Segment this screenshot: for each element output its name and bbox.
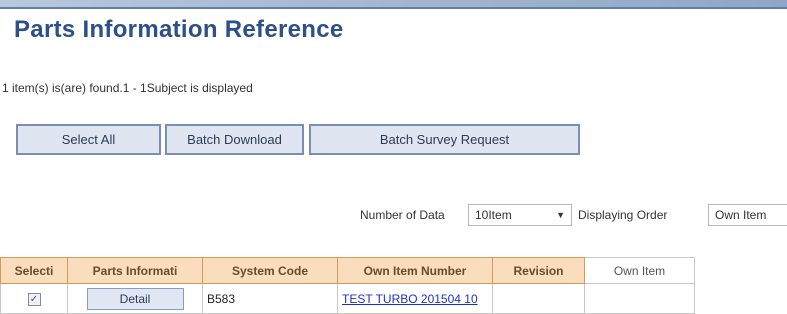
batch-download-button[interactable]: Batch Download	[165, 124, 304, 155]
own-item-number-cell: TEST TURBO 201504 10	[337, 283, 493, 314]
number-of-data-select[interactable]: 10Item ▼	[468, 204, 572, 226]
revision-cell	[492, 283, 585, 314]
column-header-own-item-number: Own Item Number	[337, 257, 493, 284]
column-header-select: Selecti	[0, 257, 68, 284]
system-code-cell: B583	[202, 283, 338, 314]
batch-survey-request-button[interactable]: Batch Survey Request	[309, 124, 580, 155]
number-of-data-value: 10Item	[475, 208, 512, 222]
displaying-order-value: Own Item	[715, 208, 767, 222]
column-header-own-item: Own Item	[584, 257, 695, 284]
select-all-button[interactable]: Select All	[16, 124, 161, 155]
table-header-row: Selecti Parts Informati System Code Own …	[0, 257, 695, 284]
column-header-parts-information: Parts Informati	[67, 257, 203, 284]
number-of-data-label: Number of Data	[360, 208, 445, 222]
top-divider	[0, 7, 787, 9]
own-item-cell	[584, 283, 695, 314]
displaying-order-select[interactable]: Own Item	[708, 204, 787, 226]
displaying-order-label: Displaying Order	[578, 208, 668, 222]
select-cell: ✓	[0, 283, 68, 314]
row-select-checkbox[interactable]: ✓	[27, 293, 41, 306]
page-title: Parts Information Reference	[14, 16, 344, 43]
own-item-number-link[interactable]: TEST TURBO 201504 10	[342, 292, 478, 306]
column-header-revision: Revision	[492, 257, 585, 284]
detail-button[interactable]: Detail	[86, 287, 184, 310]
display-options: Number of Data 10Item ▼ Displaying Order…	[0, 204, 787, 228]
result-count-message: 1 item(s) is(are) found.1 - 1Subject is …	[2, 81, 253, 95]
top-banner	[0, 0, 787, 7]
parts-information-cell: Detail	[67, 283, 203, 314]
column-header-system-code: System Code	[202, 257, 338, 284]
parts-table: Selecti Parts Informati System Code Own …	[0, 257, 695, 314]
dropdown-arrow-icon: ▼	[556, 210, 565, 220]
table-row: ✓ Detail B583 TEST TURBO 201504 10	[0, 283, 695, 314]
